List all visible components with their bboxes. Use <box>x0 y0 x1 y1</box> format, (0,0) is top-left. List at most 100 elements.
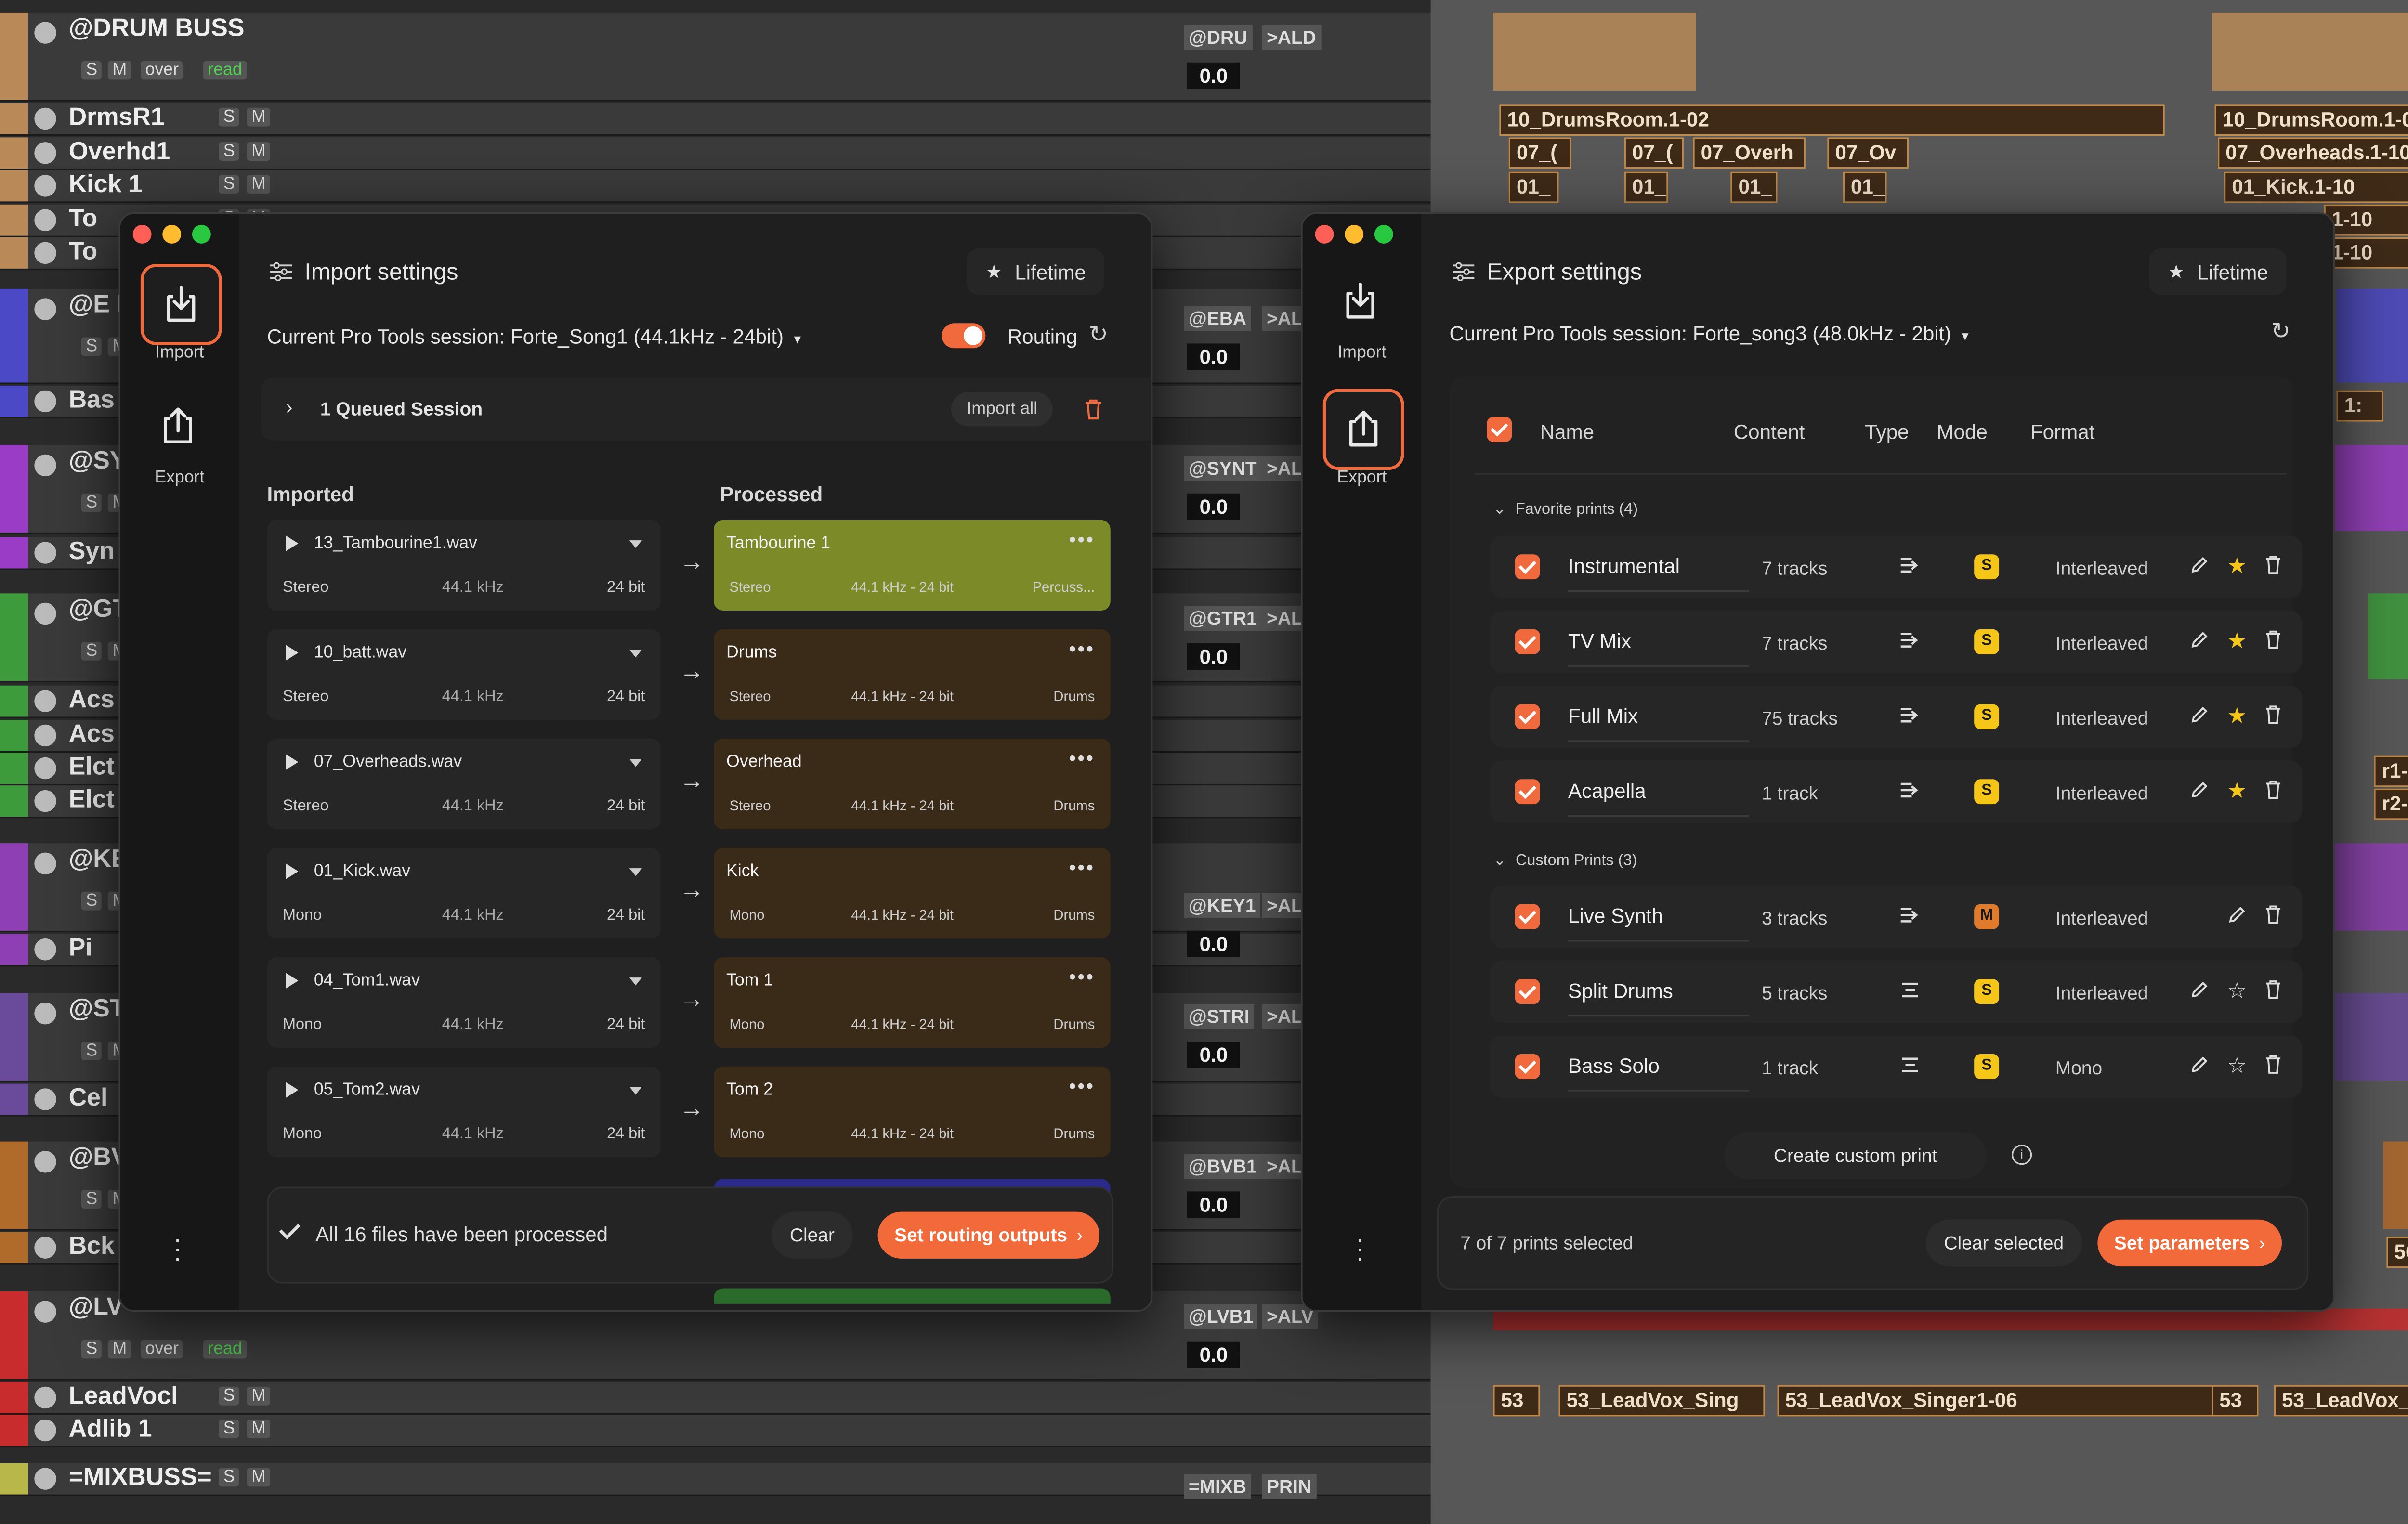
track-menu-icon[interactable] <box>34 142 56 164</box>
chevron-down-icon[interactable] <box>629 650 642 658</box>
mute-button[interactable]: M <box>247 1468 271 1487</box>
custom-prints-group[interactable]: ⌄ Custom Prints (3) <box>1493 853 1637 870</box>
mute-button[interactable]: M <box>107 1340 131 1359</box>
clear-button[interactable]: Clear <box>772 1211 853 1259</box>
solo-button[interactable]: S <box>219 107 240 127</box>
mute-button[interactable]: M <box>247 1386 271 1406</box>
close-window-button[interactable] <box>1315 224 1334 244</box>
mute-button[interactable]: M <box>247 142 271 161</box>
route-button[interactable]: >AL <box>1262 456 1308 481</box>
edit-icon[interactable] <box>2190 1054 2209 1082</box>
solo-button[interactable]: S <box>81 493 102 512</box>
refresh-icon[interactable]: ↻ <box>2271 317 2290 345</box>
route-button[interactable]: >ALD <box>1262 25 1321 50</box>
audio-clip[interactable]: 07_( <box>1508 137 1571 169</box>
track-menu-icon[interactable] <box>34 757 56 780</box>
route-button[interactable]: @DRU <box>1184 25 1252 50</box>
audio-clip[interactable]: 1: <box>2336 390 2383 422</box>
route-button[interactable]: >AL <box>1262 306 1308 331</box>
trash-icon[interactable] <box>2264 904 2282 932</box>
audio-clip[interactable]: 53 <box>2212 1385 2259 1417</box>
play-icon[interactable] <box>286 1082 299 1098</box>
automation-read-button[interactable]: read <box>203 1340 247 1359</box>
track-menu-icon[interactable] <box>34 1088 56 1110</box>
set-routing-outputs-button[interactable]: Set routing outputs › <box>877 1211 1100 1259</box>
trash-icon[interactable] <box>2264 554 2282 582</box>
edit-icon[interactable] <box>2190 779 2209 807</box>
zoom-window-button[interactable] <box>1374 224 1393 244</box>
more-icon[interactable]: ••• <box>1069 965 1095 989</box>
more-icon[interactable]: ••• <box>1069 1074 1095 1098</box>
audio-clip[interactable]: 10_DrumsRoom.1-03 <box>2214 104 2408 136</box>
route-button[interactable]: PRIN <box>1262 1474 1316 1499</box>
processed-track-card[interactable]: Kick ••• Mono 44.1 kHz - 24 bit Drums <box>714 847 1111 939</box>
track-menu-icon[interactable] <box>34 1468 56 1490</box>
print-row[interactable]: Split Drums 5 tracks S Interleaved ☆ <box>1490 960 2303 1023</box>
solo-button[interactable]: S <box>219 1468 240 1487</box>
automation-over-button[interactable]: over <box>140 1340 183 1359</box>
route-button[interactable]: =MIXB <box>1184 1474 1251 1499</box>
solo-button[interactable]: S <box>81 61 102 80</box>
audio-clip[interactable]: 10_DrumsRoom.1-02 <box>1499 104 2165 136</box>
imported-file-card[interactable]: 04_Tom1.wav Mono 44.1 kHz 24 bit <box>267 957 661 1048</box>
audio-clip[interactable]: 01_Kick.1-10 <box>2224 171 2408 203</box>
route-button[interactable]: @KEY1 <box>1184 893 1261 918</box>
audio-clip[interactable]: 01_ <box>1624 171 1668 203</box>
trash-icon[interactable] <box>2264 979 2282 1007</box>
track-menu-icon[interactable] <box>34 209 56 231</box>
solo-button[interactable]: S <box>219 1419 240 1438</box>
imported-file-card[interactable]: 07_Overheads.wav Stereo 44.1 kHz 24 bit <box>267 738 661 830</box>
processed-track-card[interactable]: Tom 1 ••• Mono 44.1 kHz - 24 bit Drums <box>714 957 1111 1048</box>
print-row[interactable]: Instrumental 7 tracks S Interleaved ★ <box>1490 535 2303 599</box>
audio-clip[interactable]: 01_ <box>1730 171 1778 203</box>
track-menu-icon[interactable] <box>34 175 56 197</box>
select-all-checkbox[interactable] <box>1487 417 1512 442</box>
route-button[interactable]: @EBA <box>1184 306 1251 331</box>
more-icon[interactable]: ••• <box>1069 528 1095 551</box>
solo-button[interactable]: S <box>219 142 240 161</box>
route-button[interactable]: >AL <box>1262 893 1308 918</box>
mute-button[interactable]: M <box>247 1419 271 1438</box>
print-row[interactable]: TV Mix 7 tracks S Interleaved ★ <box>1490 611 2303 673</box>
lifetime-button[interactable]: ★ Lifetime <box>967 248 1105 295</box>
track-menu-icon[interactable] <box>34 938 56 961</box>
route-button[interactable]: >AL <box>1262 1154 1308 1179</box>
print-checkbox[interactable] <box>1515 979 1540 1004</box>
favorite-prints-group[interactable]: ⌄ Favorite prints (4) <box>1493 501 1638 519</box>
clear-selected-button[interactable]: Clear selected <box>1925 1219 2082 1267</box>
edit-icon[interactable] <box>2190 629 2209 657</box>
solo-button[interactable]: S <box>81 1190 102 1209</box>
trash-icon[interactable] <box>1084 398 1103 420</box>
imported-file-card[interactable]: 05_Tom2.wav Mono 44.1 kHz 24 bit <box>267 1066 661 1158</box>
mute-button[interactable]: M <box>107 61 131 80</box>
audio-clip[interactable]: 07_Ov <box>1827 137 1909 169</box>
solo-button[interactable]: S <box>81 1042 102 1060</box>
track-menu-icon[interactable] <box>34 22 56 44</box>
trash-icon[interactable] <box>2264 779 2282 807</box>
session-selector[interactable]: Current Pro Tools session: Forte_Song1 (… <box>267 325 801 349</box>
solo-button[interactable]: S <box>81 891 102 911</box>
info-icon[interactable]: i <box>2011 1145 2032 1165</box>
refresh-icon[interactable]: ↻ <box>1088 320 1108 348</box>
more-icon[interactable]: ••• <box>1069 856 1095 879</box>
trash-icon[interactable] <box>2264 629 2282 657</box>
more-options-icon[interactable]: · · · <box>1356 1228 1364 1272</box>
track-menu-icon[interactable] <box>34 602 56 625</box>
import-all-button[interactable]: Import all <box>951 391 1053 427</box>
automation-read-button[interactable]: read <box>203 61 247 80</box>
imported-file-card[interactable]: 13_Tambourine1.wav Stereo 44.1 kHz 24 bit <box>267 520 661 611</box>
chevron-down-icon[interactable] <box>629 977 642 986</box>
track-menu-icon[interactable] <box>34 242 56 264</box>
track-menu-icon[interactable] <box>34 390 56 413</box>
track-menu-icon[interactable] <box>34 1419 56 1442</box>
print-row[interactable]: Live Synth 3 tracks M Interleaved <box>1490 885 2303 948</box>
trash-icon[interactable] <box>2264 1054 2282 1082</box>
track-menu-icon[interactable] <box>34 790 56 812</box>
more-options-icon[interactable]: · · · <box>173 1228 182 1272</box>
route-button[interactable]: @GTR1 <box>1184 606 1262 631</box>
print-row[interactable]: Acapella 1 track S Interleaved ★ <box>1490 760 2303 823</box>
processed-track-card[interactable]: Tom 2 ••• Mono 44.1 kHz - 24 bit Drums <box>714 1066 1111 1158</box>
route-button[interactable]: @STRI <box>1184 1004 1255 1029</box>
play-icon[interactable] <box>286 754 299 770</box>
audio-clip[interactable]: 07_( <box>1624 137 1684 169</box>
